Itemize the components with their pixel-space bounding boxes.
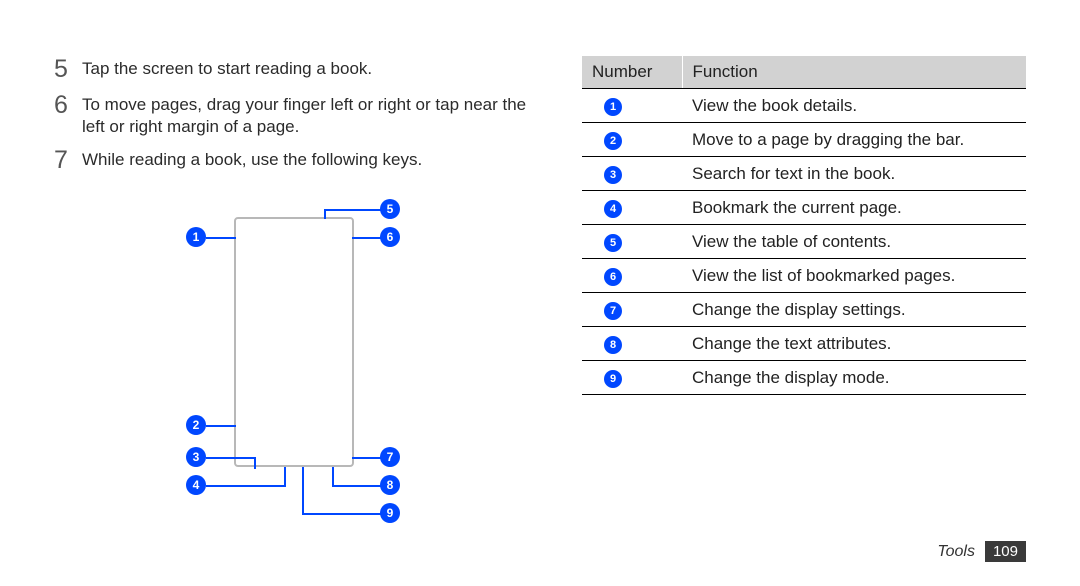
step-number: 7 — [54, 147, 82, 175]
cell-number: 6 — [582, 259, 682, 293]
connector-line — [284, 467, 286, 487]
number-badge-icon: 7 — [604, 302, 622, 320]
columns: 5 Tap the screen to start reading a book… — [54, 56, 1026, 527]
cell-number: 7 — [582, 293, 682, 327]
number-badge-icon: 6 — [604, 268, 622, 286]
cell-number: 1 — [582, 89, 682, 123]
number-badge-icon: 3 — [604, 166, 622, 184]
callout-2-icon: 2 — [186, 415, 206, 435]
table-row: 4 Bookmark the current page. — [582, 191, 1026, 225]
connector-line — [206, 485, 286, 487]
step-text: To move pages, drag your ﬁnger left or r… — [82, 92, 534, 140]
step-number: 5 — [54, 56, 82, 84]
cell-function: Change the display settings. — [682, 293, 1026, 327]
cell-number: 4 — [582, 191, 682, 225]
footer: Tools 109 — [937, 541, 1026, 562]
list-item: 7 While reading a book, use the followin… — [54, 147, 534, 175]
connector-line — [324, 209, 382, 211]
callout-5-icon: 5 — [380, 199, 400, 219]
number-badge-icon: 4 — [604, 200, 622, 218]
connector-line — [324, 209, 326, 219]
number-badge-icon: 9 — [604, 370, 622, 388]
table-row: 6 View the list of bookmarked pages. — [582, 259, 1026, 293]
connector-line — [206, 425, 236, 427]
cell-function: Change the text attributes. — [682, 327, 1026, 361]
step-text: Tap the screen to start reading a book. — [82, 56, 372, 81]
cell-function: Bookmark the current page. — [682, 191, 1026, 225]
table-row: 7 Change the display settings. — [582, 293, 1026, 327]
step-number: 6 — [54, 92, 82, 120]
cell-function: View the table of contents. — [682, 225, 1026, 259]
cell-function: Change the display mode. — [682, 361, 1026, 395]
callout-4-icon: 4 — [186, 475, 206, 495]
footer-section: Tools — [937, 543, 975, 561]
number-badge-icon: 2 — [604, 132, 622, 150]
number-badge-icon: 1 — [604, 98, 622, 116]
connector-line — [302, 467, 304, 515]
diagram: 1 2 3 4 5 6 7 8 9 — [174, 187, 414, 527]
cell-number: 8 — [582, 327, 682, 361]
table-header-row: Number Function — [582, 56, 1026, 89]
table-row: 3 Search for text in the book. — [582, 157, 1026, 191]
cell-number: 5 — [582, 225, 682, 259]
cell-number: 9 — [582, 361, 682, 395]
connector-line — [332, 485, 382, 487]
step-list: 5 Tap the screen to start reading a book… — [54, 56, 534, 175]
left-column: 5 Tap the screen to start reading a book… — [54, 56, 534, 527]
right-column: Number Function 1 View the book details.… — [582, 56, 1026, 527]
callout-8-icon: 8 — [380, 475, 400, 495]
callout-1-icon: 1 — [186, 227, 206, 247]
table-row: 5 View the table of contents. — [582, 225, 1026, 259]
cell-number: 3 — [582, 157, 682, 191]
step-text: While reading a book, use the following … — [82, 147, 422, 172]
list-item: 5 Tap the screen to start reading a book… — [54, 56, 534, 84]
function-table: Number Function 1 View the book details.… — [582, 56, 1026, 395]
number-badge-icon: 8 — [604, 336, 622, 354]
callout-7-icon: 7 — [380, 447, 400, 467]
cell-number: 2 — [582, 123, 682, 157]
cell-function: Search for text in the book. — [682, 157, 1026, 191]
table-body: 1 View the book details. 2 Move to a pag… — [582, 89, 1026, 395]
callout-6-icon: 6 — [380, 227, 400, 247]
page: 5 Tap the screen to start reading a book… — [0, 0, 1080, 586]
table-row: 2 Move to a page by dragging the bar. — [582, 123, 1026, 157]
callout-3-icon: 3 — [186, 447, 206, 467]
connector-line — [206, 457, 256, 459]
th-function: Function — [682, 56, 1026, 89]
connector-line — [352, 237, 382, 239]
cell-function: Move to a page by dragging the bar. — [682, 123, 1026, 157]
table-row: 9 Change the display mode. — [582, 361, 1026, 395]
connector-line — [352, 457, 382, 459]
footer-page: 109 — [985, 541, 1026, 562]
number-badge-icon: 5 — [604, 234, 622, 252]
table-row: 8 Change the text attributes. — [582, 327, 1026, 361]
connector-line — [206, 237, 236, 239]
connector-line — [302, 513, 382, 515]
connector-line — [332, 467, 334, 487]
phone-outline — [234, 217, 354, 467]
th-number: Number — [582, 56, 682, 89]
callout-9-icon: 9 — [380, 503, 400, 523]
list-item: 6 To move pages, drag your ﬁnger left or… — [54, 92, 534, 140]
table-row: 1 View the book details. — [582, 89, 1026, 123]
cell-function: View the book details. — [682, 89, 1026, 123]
cell-function: View the list of bookmarked pages. — [682, 259, 1026, 293]
connector-line — [254, 457, 256, 469]
